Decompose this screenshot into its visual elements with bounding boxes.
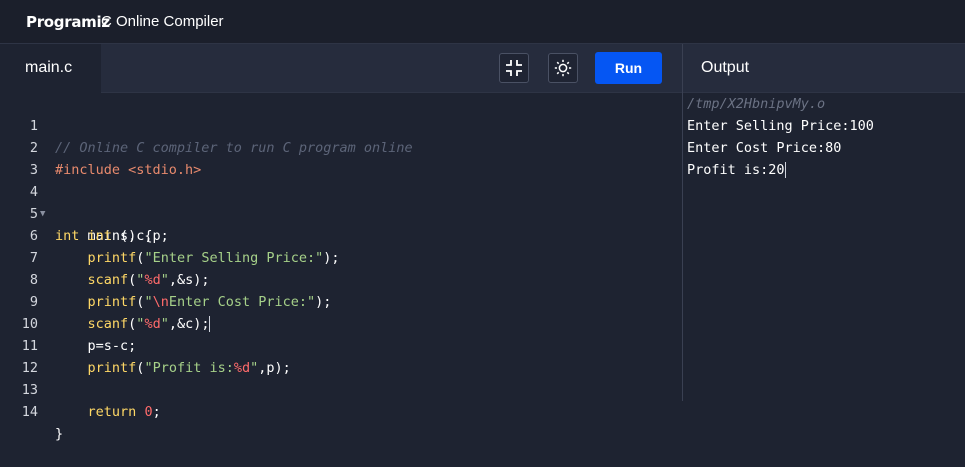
output-line-text: Profit is:20 [687,162,785,178]
code-line[interactable]: 1 // Online C compiler to run C program … [0,93,682,156]
theme-toggle-button[interactable] [548,53,578,83]
tab-label: main.c [25,59,73,76]
output-line: Enter Cost Price:80 [687,140,842,156]
code-line[interactable]: 11 printf("Profit is:%d",p); [0,313,682,376]
code-line[interactable]: 7 scanf("%d",&s); [0,225,682,288]
output-header: Output [683,44,965,93]
output-line: Enter Selling Price:100 [687,118,874,134]
code-line[interactable]: 3 [0,137,682,178]
code-line[interactable]: 8 printf("\nEnter Cost Price:"); [0,247,682,310]
code-line[interactable]: 9 scanf("%d",&c); [0,269,682,332]
line-code: return 0; [87,404,161,420]
theme-toggle-icon [554,59,572,77]
exit-fullscreen-icon [506,60,522,76]
code-editor[interactable]: 1 // Online C compiler to run C program … [0,93,682,442]
output-path: /tmp/X2HbnipvMy.o [687,96,826,112]
app-title: C Online Compiler [101,13,224,30]
exit-fullscreen-button[interactable] [499,53,529,83]
line-code: } [55,426,64,442]
output-title: Output [701,59,750,76]
output-console[interactable]: /tmp/X2HbnipvMy.o Enter Selling Price:10… [683,93,965,401]
code-line[interactable]: 5 int s,c,p; [0,181,682,244]
logo-text: Programiz [26,13,110,31]
code-line[interactable]: 13 return 0; [0,357,682,420]
code-line[interactable]: 14 } [0,379,682,442]
code-line[interactable]: 4 ▼ int main() { [0,159,682,244]
output-line: Profit is:20 [687,159,786,181]
code-line[interactable]: 10 p=s-c; [0,291,682,354]
line-number: 14 [21,404,38,420]
code-line[interactable]: 2 #include <stdio.h> [0,115,682,178]
code-line[interactable]: 12 [0,335,682,376]
code-line[interactable]: 6 printf("Enter Selling Price:"); [0,203,682,266]
toolbar: main.c Run Output [0,44,965,93]
top-bar: Programiz C Online Compiler [0,0,965,44]
run-button[interactable]: Run [595,52,662,84]
output-cursor [784,162,786,178]
tab-main-c[interactable]: main.c [0,44,101,93]
programiz-logo[interactable]: Programiz [26,12,110,32]
